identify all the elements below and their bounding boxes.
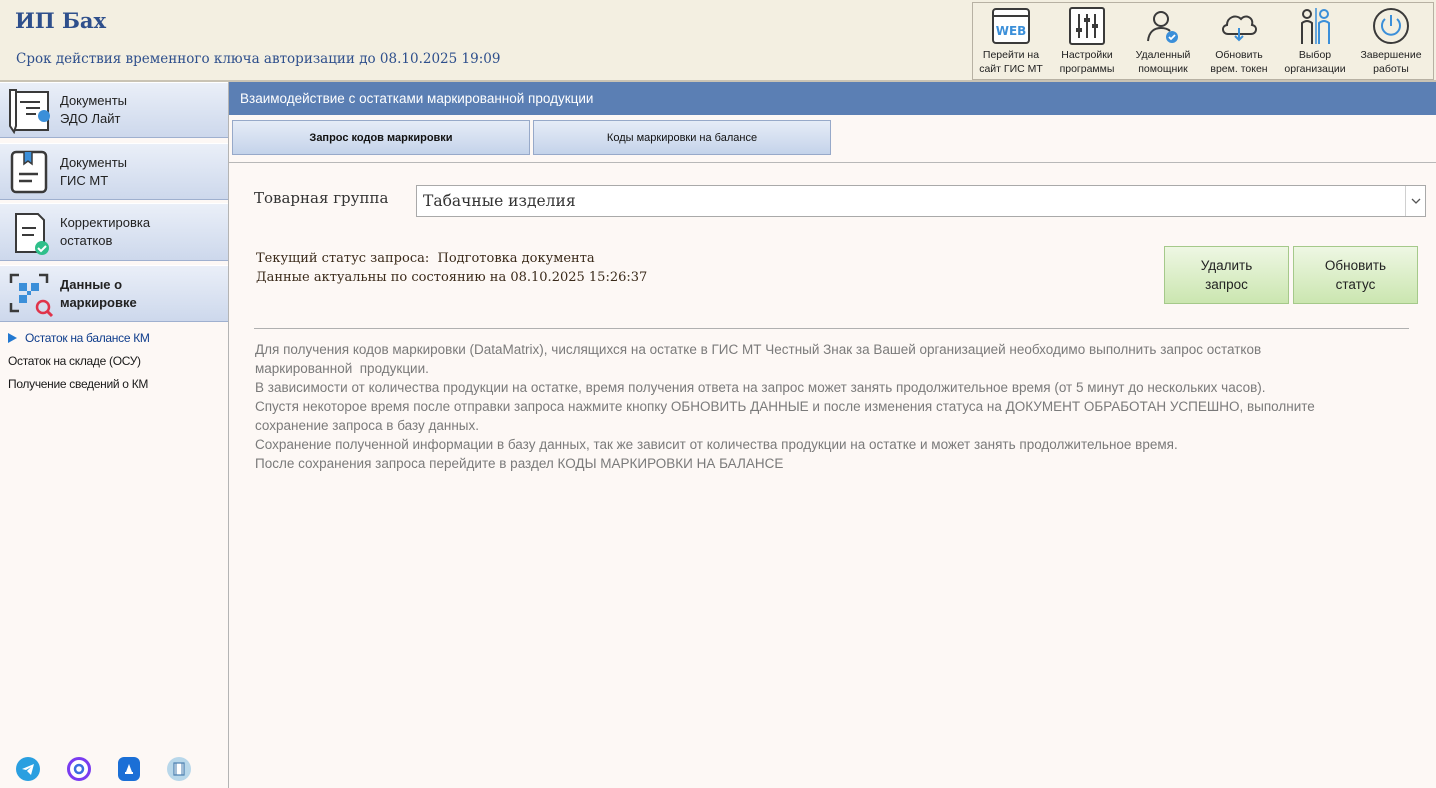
- chevron-down-icon[interactable]: [1405, 186, 1425, 216]
- refresh-status-label-1: Обновить: [1324, 258, 1387, 273]
- marking-sub-menu: Остаток на балансе КМ Остаток на складе …: [0, 326, 228, 395]
- nav-edo-label-1: Документы: [60, 93, 128, 108]
- cloud-refresh-icon: [1217, 6, 1261, 46]
- web-icon: WEB: [989, 6, 1033, 46]
- main-content: Взаимодействие с остатками маркированной…: [229, 82, 1436, 788]
- remote-assistant-label-1: Удаленный: [1135, 49, 1191, 61]
- product-group-value: Табачные изделия: [423, 192, 576, 210]
- sub-item-balance-km-label: Остаток на балансе КМ: [25, 330, 150, 345]
- people-icon: [1293, 6, 1337, 46]
- exit-button[interactable]: Завершение работы: [1353, 3, 1429, 79]
- instruction-line: В зависимости от количества продукции на…: [255, 380, 1266, 395]
- svg-text:WEB: WEB: [996, 24, 1027, 38]
- edo-document-icon: [0, 83, 60, 137]
- refresh-status-label-2: статус: [1335, 277, 1376, 292]
- nav-gis-mt-documents[interactable]: Документы ГИС МТ: [0, 143, 228, 200]
- nav-correction-label-2: остатков: [60, 233, 113, 248]
- sub-item-balance-km[interactable]: Остаток на балансе КМ: [0, 326, 228, 349]
- video-icon[interactable]: [167, 757, 191, 781]
- correction-doc-icon: [0, 204, 60, 260]
- nav-marking-label-1: Данные о: [60, 276, 123, 292]
- instruction-line: После сохранения запроса перейдите в раз…: [255, 456, 784, 471]
- instructions-text: Для получения кодов маркировки (DataMatr…: [255, 340, 1415, 473]
- program-settings-label-2: программы: [1059, 63, 1115, 75]
- status-value: Подготовка документа: [437, 251, 595, 266]
- data-date-value: 08.10.2025 15:26:37: [510, 270, 648, 285]
- remote-assistant-button[interactable]: Удаленный помощник: [1125, 3, 1201, 79]
- auth-key-expiry: Срок действия временного ключа авторизац…: [16, 51, 501, 67]
- dzen-icon[interactable]: [118, 757, 140, 781]
- refresh-status-button[interactable]: Обновить статус: [1293, 246, 1418, 304]
- toolbar: WEB Перейти на сайт ГИС МТ Настройки прогр…: [972, 2, 1434, 80]
- sub-item-km-info[interactable]: Получение сведений о КМ: [0, 372, 228, 395]
- refresh-token-label-1: Обновить: [1215, 49, 1263, 61]
- section-banner: Взаимодействие с остатками маркированной…: [229, 82, 1436, 115]
- delete-request-button[interactable]: Удалить запрос: [1164, 246, 1289, 304]
- sidebar: Документы ЭДО Лайт Документы ГИС МТ Коррек…: [0, 82, 229, 788]
- tab-codes-on-balance[interactable]: Коды маркировки на балансе: [533, 120, 831, 155]
- gis-document-icon: [0, 144, 60, 199]
- select-organization-label-2: организации: [1284, 63, 1346, 75]
- sub-item-warehouse-stock-label: Остаток на складе (ОСУ): [8, 353, 141, 368]
- instruction-line: Для получения кодов маркировки (DataMatr…: [255, 342, 1262, 357]
- go-to-gis-site-label-1: Перейти на: [982, 49, 1040, 61]
- nav-marking-label-2: маркировке: [60, 294, 137, 310]
- nav-gis-label-1: Документы: [60, 154, 128, 170]
- app-header: ИП Бах Срок действия временного ключа ав…: [0, 0, 1436, 82]
- remote-user-icon: [1141, 6, 1185, 46]
- delete-request-label-1: Удалить: [1200, 258, 1253, 273]
- max-messenger-icon[interactable]: [67, 757, 91, 781]
- nav-edo-label-2: ЭДО Лайт: [60, 111, 121, 126]
- data-date-label: Данные актуальны по состоянию на: [256, 270, 507, 285]
- nav-marking-data[interactable]: Данные о маркировке: [0, 265, 228, 322]
- social-links: [16, 757, 191, 781]
- program-settings-button[interactable]: Настройки программы: [1049, 3, 1125, 79]
- instruction-line: Спустя некоторое время после отправки за…: [255, 399, 1315, 414]
- sub-item-km-info-label: Получение сведений о КМ: [8, 376, 149, 391]
- instruction-line: маркированной продукции.: [255, 361, 429, 376]
- status-label: Текущий статус запроса:: [256, 251, 430, 266]
- nav-stock-correction[interactable]: Корректировка остатков: [0, 203, 228, 261]
- tab-request-codes[interactable]: Запрос кодов маркировки: [232, 120, 530, 155]
- nav-edo-lite-documents[interactable]: Документы ЭДО Лайт: [0, 82, 228, 138]
- active-arrow-icon: [8, 332, 17, 343]
- power-icon: [1369, 6, 1413, 46]
- instruction-line: Сохранение полученной информации в базу …: [255, 437, 1178, 452]
- refresh-token-button[interactable]: Обновить врем. токен: [1201, 3, 1277, 79]
- nav-correction-label-1: Корректировка: [60, 215, 151, 230]
- exit-label-1: Завершение: [1360, 49, 1422, 61]
- remote-assistant-label-2: помощник: [1138, 63, 1188, 75]
- nav-gis-label-2: ГИС МТ: [60, 172, 109, 188]
- divider: [254, 328, 1409, 329]
- select-organization-label-1: Выбор: [1298, 49, 1332, 61]
- exit-label-2: работы: [1373, 63, 1409, 75]
- go-to-gis-site-button[interactable]: WEB Перейти на сайт ГИС МТ: [973, 3, 1049, 79]
- tab-bar: Запрос кодов маркировки Коды маркировки …: [229, 115, 1436, 163]
- settings-sliders-icon: [1065, 6, 1109, 46]
- sub-item-warehouse-stock[interactable]: Остаток на складе (ОСУ): [0, 349, 228, 372]
- refresh-token-label-2: врем. токен: [1210, 63, 1268, 75]
- select-organization-button[interactable]: Выбор организации: [1277, 3, 1353, 79]
- telegram-icon[interactable]: [16, 757, 40, 781]
- instruction-line: сохранение запроса в базу данных.: [255, 418, 480, 433]
- delete-request-label-2: запрос: [1205, 277, 1248, 292]
- product-group-label: Товарная группа: [254, 189, 389, 207]
- request-status-block: Текущий статус запроса: Подготовка докум…: [256, 249, 647, 287]
- organization-title: ИП Бах: [15, 8, 107, 33]
- program-settings-label-1: Настройки: [1061, 49, 1113, 61]
- qr-search-icon: [0, 266, 60, 321]
- go-to-gis-site-label-2: сайт ГИС МТ: [979, 63, 1043, 75]
- product-group-select[interactable]: Табачные изделия: [416, 185, 1426, 217]
